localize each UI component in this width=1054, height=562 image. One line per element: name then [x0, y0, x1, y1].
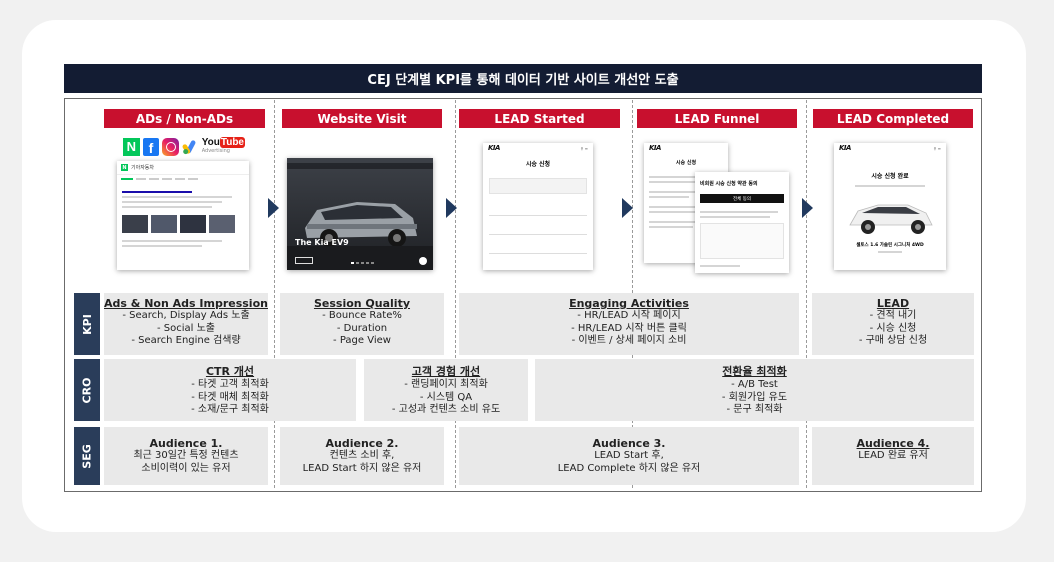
arrow-right-icon	[268, 198, 279, 218]
instagram-icon	[162, 137, 180, 156]
row-label-seg: SEG	[74, 427, 100, 485]
lead-started-screenshot: KIA ⚲ ≡ 시승 신청	[483, 143, 593, 270]
youtube-sub-text: Advertising	[201, 147, 230, 154]
stage-label-visit: Website Visit	[282, 109, 442, 128]
row-label-cro: CRO	[74, 359, 100, 421]
cro-cell-ctr: CTR 개선 - 타겟 고객 최적화 - 타겟 매체 최적화 - 소재/문구 최…	[104, 359, 356, 421]
ad-platform-logos: N f YouTube Advertising	[123, 136, 245, 157]
column-divider	[455, 100, 456, 488]
kia-logo: KIA	[649, 144, 661, 152]
arrow-right-icon	[802, 198, 813, 218]
lead-completed-title: 시승 신청 완료	[871, 173, 909, 180]
seg-cell-audience-2: Audience 2. 컨텐츠 소비 후, LEAD Start 하지 않은 유…	[280, 427, 444, 485]
kia-logo: KIA	[488, 144, 500, 152]
facebook-logo-icon: f	[142, 137, 160, 156]
lead-funnel-form-title: 시승 신청	[675, 160, 697, 166]
seg-cell-audience-3: Audience 3. LEAD Start 후, LEAD Complete …	[459, 427, 799, 485]
arrow-right-icon	[446, 198, 457, 218]
google-ads-icon	[182, 139, 196, 154]
stage-label-lead-completed: LEAD Completed	[813, 109, 973, 128]
youtube-advertising-logo: YouTube Advertising	[201, 136, 245, 156]
seltos-car-image	[849, 204, 933, 234]
kpi-cell-lead: Engaging Activities - HR/LEAD 시작 페이지 - H…	[459, 293, 799, 355]
kia-logo: KIA	[839, 144, 851, 152]
kpi-cell-completed: LEAD - 견적 내기 - 시승 신청 - 구매 상담 신청	[812, 293, 974, 355]
page-title: CEJ 단계별 KPI를 통해 데이터 기반 사이트 개선안 도출	[64, 64, 982, 93]
kia-ev9-website-screenshot: The Kia EV9	[287, 158, 433, 270]
stage-label-lead-funnel: LEAD Funnel	[637, 109, 797, 128]
car-name-text: 셀토스 1.6 가솔린 시그니처 4WD	[856, 243, 924, 248]
kpi-cell-ads: Ads & Non Ads Impression - Search, Displ…	[104, 293, 268, 355]
row-label-kpi: KPI	[74, 293, 100, 355]
kpi-cell-visit: Session Quality - Bounce Rate% - Duratio…	[280, 293, 444, 355]
naver-logo-icon: N	[123, 137, 140, 156]
ev9-car-image	[287, 158, 433, 270]
seg-cell-audience-4: Audience 4. LEAD 완료 유저	[812, 427, 974, 485]
column-divider	[274, 100, 275, 488]
cro-cell-conversion: 전환율 최적화 - A/B Test - 회원가입 유도 - 문구 최적화	[535, 359, 974, 421]
column-divider	[806, 100, 807, 488]
arrow-right-icon	[622, 198, 633, 218]
search-query-text: 기아자동차	[131, 165, 155, 171]
search-results-screenshot: N 기아자동차	[117, 161, 249, 270]
ev9-caption: The Kia EV9	[295, 238, 349, 247]
cro-cell-experience: 고객 경험 개선 - 랜딩페이지 최적화 - 시스템 QA - 고성과 컨텐츠 …	[364, 359, 528, 421]
stage-label-ads: ADs / Non-ADs	[104, 109, 265, 128]
terms-popup-title: 비회원 시승 신청 약관 동의	[700, 181, 758, 187]
seg-cell-audience-1: Audience 1. 최근 30일간 특정 컨텐츠 소비이력이 있는 유저	[104, 427, 268, 485]
stage-label-lead-started: LEAD Started	[459, 109, 620, 128]
lead-completed-screenshot: KIA ⚲ ≡ 시승 신청 완료 셀토스 1.6 가솔린 시그니처 4WD	[834, 143, 946, 270]
terms-agreement-popup: 비회원 시승 신청 약관 동의 전체 동의	[695, 172, 789, 273]
agree-all-button[interactable]: 전체 동의	[700, 194, 784, 203]
lead-started-title: 시승 신청	[525, 161, 551, 168]
